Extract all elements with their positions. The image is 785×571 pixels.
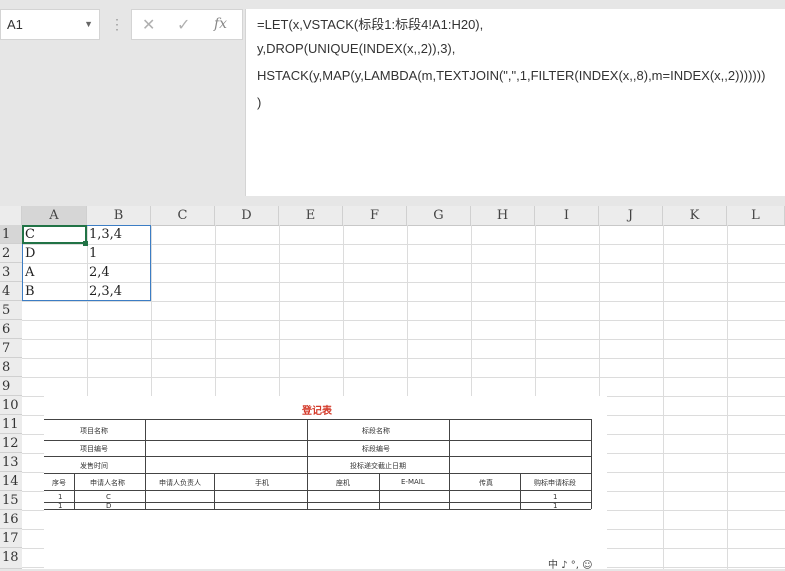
column-header-b[interactable]: B xyxy=(87,206,151,225)
more-options-icon[interactable]: ⋮ xyxy=(110,16,124,33)
column-header-d[interactable]: D xyxy=(215,206,279,225)
table-line xyxy=(44,473,591,474)
table-line xyxy=(74,473,75,509)
row-header-15[interactable]: 15 xyxy=(0,491,22,510)
table-line xyxy=(591,419,592,509)
row-header-5[interactable]: 5 xyxy=(0,301,22,320)
column-header-l[interactable]: L xyxy=(727,206,785,225)
row-header-14[interactable]: 14 xyxy=(0,472,22,491)
form-header: 手机 xyxy=(255,479,269,487)
select-all-corner[interactable] xyxy=(0,206,22,225)
row-header-16[interactable]: 16 xyxy=(0,510,22,529)
column-header-f[interactable]: F xyxy=(343,206,407,225)
form-cell: 1 xyxy=(58,493,63,501)
column-header-c[interactable]: C xyxy=(151,206,215,225)
active-cell-selection[interactable] xyxy=(22,225,87,244)
table-line xyxy=(214,473,215,509)
formula-buttons: ✕ ✓ fx xyxy=(131,9,243,40)
table-line xyxy=(44,456,591,457)
form-cell: D xyxy=(106,502,112,510)
form-label-project-no: 项目编号 xyxy=(80,445,108,453)
row-header-3[interactable]: 3 xyxy=(0,263,22,282)
form-label-section-name: 标段名称 xyxy=(362,427,390,435)
chevron-down-icon[interactable]: ▼ xyxy=(84,10,93,39)
column-header-g[interactable]: G xyxy=(407,206,471,225)
row-header-7[interactable]: 7 xyxy=(0,339,22,358)
table-line xyxy=(44,502,591,503)
form-header: 申请人名称 xyxy=(90,479,125,487)
form-header: 购标申请标段 xyxy=(534,479,576,487)
column-header-j[interactable]: J xyxy=(599,206,663,225)
formula-line: =LET(x,VSTACK(标段1:标段4!A1:H20), xyxy=(257,17,484,32)
insert-function-icon[interactable]: fx xyxy=(214,16,227,32)
table-line xyxy=(44,419,591,420)
row-header-13[interactable]: 13 xyxy=(0,453,22,472)
form-label-sale-time: 发售时间 xyxy=(80,462,108,470)
column-header-h[interactable]: H xyxy=(471,206,535,225)
formula-line: ) xyxy=(257,95,262,110)
table-line xyxy=(307,419,308,509)
form-image[interactable]: 登记表 项目名称 标段名称 项目编号 标段编号 发售时间 投标递交截止日期 序号… xyxy=(44,396,607,569)
form-header: E-MAIL xyxy=(401,478,425,486)
form-cell: 1 xyxy=(58,502,63,510)
row-header-1[interactable]: 1 xyxy=(0,225,22,244)
table-line xyxy=(379,473,380,509)
formula-line: HSTACK(y,MAP(y,LAMBDA(m,TEXTJOIN(",",1,F… xyxy=(257,68,766,83)
form-header: 传真 xyxy=(479,479,493,487)
cancel-icon[interactable]: ✕ xyxy=(142,15,155,35)
table-line xyxy=(145,419,146,509)
form-title: 登记表 xyxy=(302,406,332,417)
row-header-6[interactable]: 6 xyxy=(0,320,22,339)
row-header-9[interactable]: 9 xyxy=(0,377,22,396)
column-header-bar: A B C D E F G H I J K L xyxy=(0,206,785,226)
row-header-8[interactable]: 8 xyxy=(0,358,22,377)
table-line xyxy=(44,509,591,510)
form-label-deadline: 投标递交截止日期 xyxy=(350,462,406,470)
row-header-4[interactable]: 4 xyxy=(0,282,22,301)
row-header-11[interactable]: 11 xyxy=(0,415,22,434)
column-header-k[interactable]: K xyxy=(663,206,727,225)
formula-line: y,DROP(UNIQUE(INDEX(x,,2)),3), xyxy=(257,41,456,56)
form-header: 序号 xyxy=(52,479,66,487)
form-cell: 1 xyxy=(553,502,558,510)
fill-handle[interactable] xyxy=(83,241,88,246)
formula-input[interactable]: =LET(x,VSTACK(标段1:标段4!A1:H20), y,DROP(UN… xyxy=(245,9,785,196)
form-cell: C xyxy=(106,493,111,501)
column-header-e[interactable]: E xyxy=(279,206,343,225)
column-header-a[interactable]: A xyxy=(22,206,87,225)
form-label-project-name: 项目名称 xyxy=(80,427,108,435)
table-line xyxy=(449,419,450,509)
spreadsheet-grid[interactable]: A B C D E F G H I J K L 1 2 3 4 5 6 7 8 … xyxy=(0,206,785,569)
row-header-18[interactable]: 18 xyxy=(0,548,22,569)
enter-icon[interactable]: ✓ xyxy=(177,15,190,35)
form-cell: 1 xyxy=(553,493,558,501)
table-line xyxy=(520,473,521,509)
row-header-2[interactable]: 2 xyxy=(0,244,22,263)
form-header: 座机 xyxy=(336,479,350,487)
name-box[interactable]: A1 ▼ xyxy=(0,9,100,40)
row-header-10[interactable]: 10 xyxy=(0,396,22,415)
form-header: 申请人负责人 xyxy=(159,479,201,487)
name-box-value: A1 xyxy=(7,17,23,32)
table-line xyxy=(44,440,591,441)
row-header-12[interactable]: 12 xyxy=(0,434,22,453)
row-header-17[interactable]: 17 xyxy=(0,529,22,548)
column-header-i[interactable]: I xyxy=(535,206,599,225)
table-line xyxy=(44,490,591,491)
form-label-section-no: 标段编号 xyxy=(362,445,390,453)
